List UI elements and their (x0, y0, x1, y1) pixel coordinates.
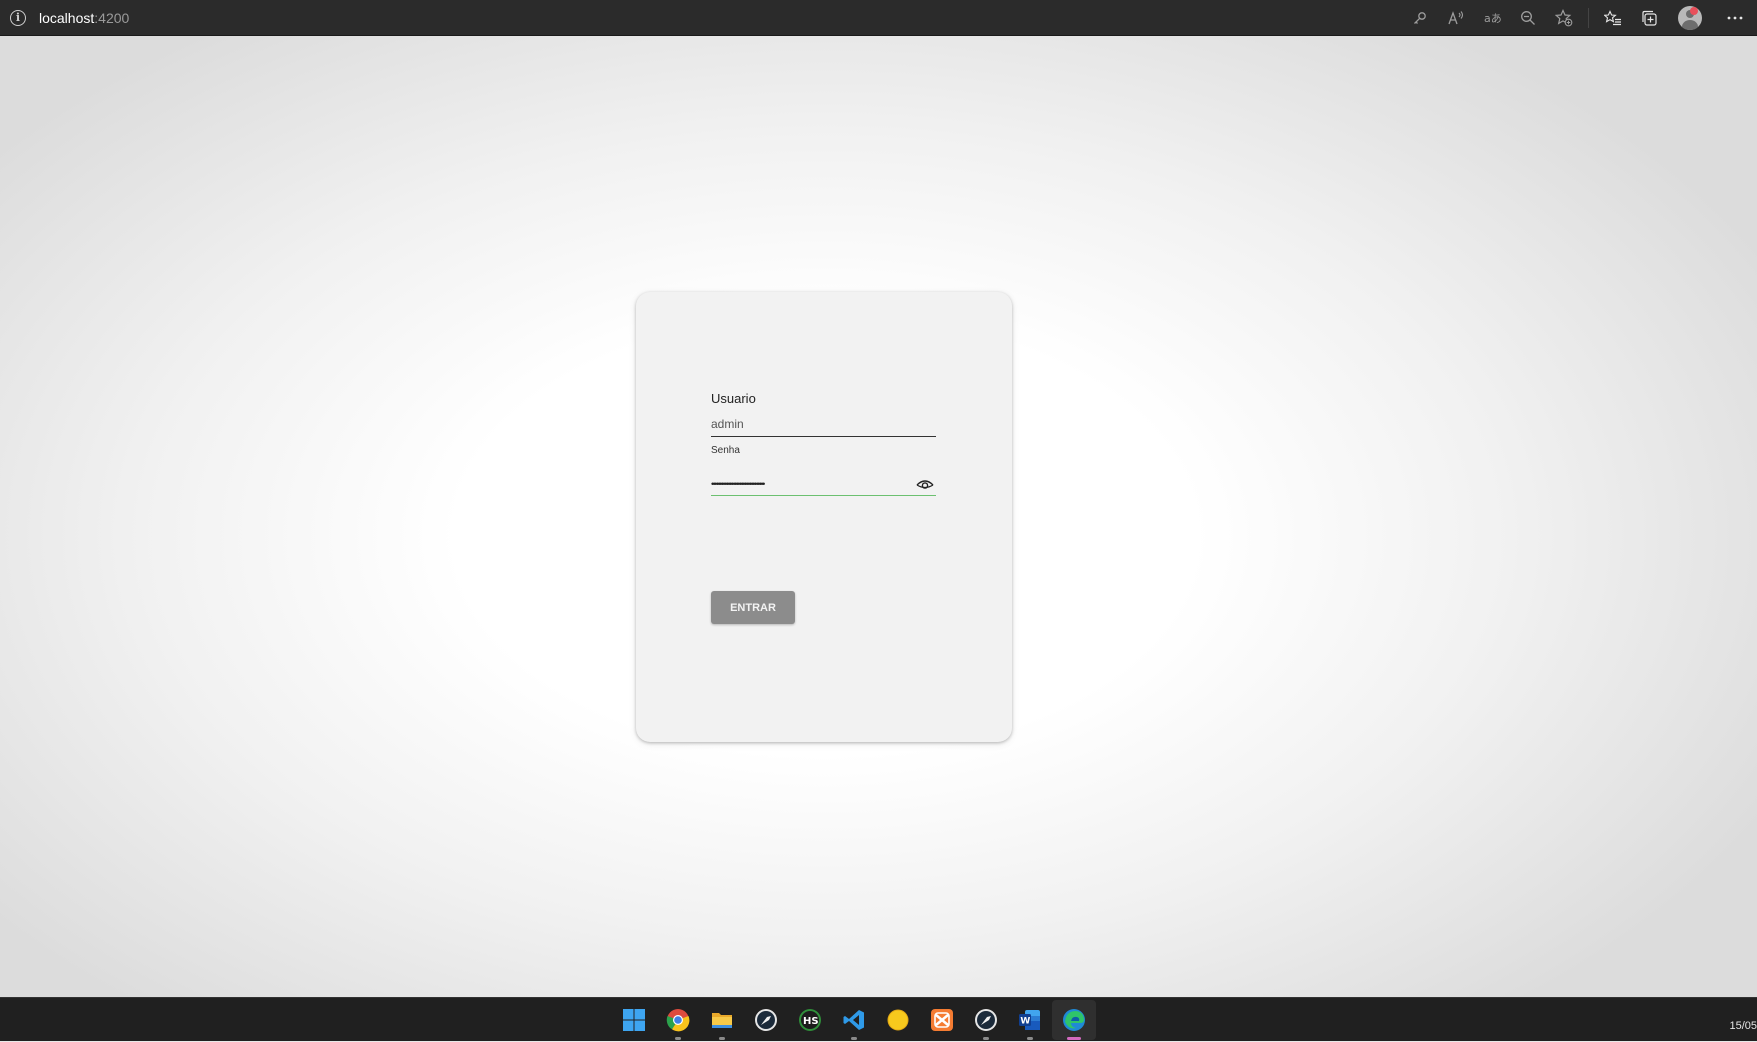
more-icon[interactable] (1713, 0, 1757, 36)
windows-start-icon[interactable] (612, 1000, 656, 1040)
url-host: localhost (39, 9, 95, 26)
heidisql-icon[interactable]: HS (788, 1000, 832, 1040)
show-password-eye-icon[interactable] (916, 478, 934, 492)
key-icon[interactable] (1402, 0, 1438, 36)
page-viewport: Usuario admin Senha ••••••••••••••••••••… (0, 36, 1757, 997)
address-bar[interactable]: localhost:4200 (39, 10, 129, 26)
edge-icon[interactable] (1052, 1000, 1096, 1040)
browser-toolbar: i localhost:4200 aあ (0, 0, 1757, 36)
toolbar-divider (1588, 8, 1589, 28)
browser-actions: aあ (1402, 0, 1757, 36)
read-aloud-icon[interactable] (1438, 0, 1474, 36)
svg-text:W: W (1020, 1017, 1030, 1027)
url-port: :4200 (94, 9, 130, 26)
login-submit-button[interactable]: ENTRAR (711, 591, 795, 624)
site-info-icon[interactable]: i (10, 9, 26, 26)
zoom-out-icon[interactable] (1510, 0, 1546, 36)
collections-icon[interactable] (1631, 0, 1667, 36)
vscode-icon[interactable] (832, 1000, 876, 1040)
password-label: Senha (711, 445, 740, 456)
svg-text:HS: HS (803, 1016, 819, 1027)
postman-icon[interactable] (964, 1000, 1008, 1040)
login-card: Usuario admin Senha ••••••••••••••••••••… (636, 292, 1012, 742)
xampp-icon[interactable] (920, 1000, 964, 1040)
translate-icon[interactable]: aあ (1474, 0, 1510, 36)
postman-icon[interactable] (744, 1000, 788, 1040)
chrome-icon[interactable] (656, 1000, 700, 1040)
add-favorite-icon[interactable] (1546, 0, 1582, 36)
yellow-app-icon[interactable] (876, 1000, 920, 1040)
word-icon[interactable]: W (1008, 1000, 1052, 1040)
svg-text:aあ: aあ (1484, 12, 1501, 25)
file-explorer-icon[interactable] (700, 1000, 744, 1040)
profile-button[interactable] (1667, 0, 1713, 36)
os-taskbar: HS W 15/05 (0, 997, 1757, 1041)
username-label: Usuario (711, 391, 756, 406)
system-clock[interactable]: 15/05 (1729, 1020, 1757, 1032)
username-input[interactable]: admin (711, 413, 936, 437)
password-input[interactable]: •••••••••••••••••••••••••••••••• (711, 474, 936, 496)
taskbar-apps: HS W (612, 998, 1096, 1042)
favorites-icon[interactable] (1595, 0, 1631, 36)
